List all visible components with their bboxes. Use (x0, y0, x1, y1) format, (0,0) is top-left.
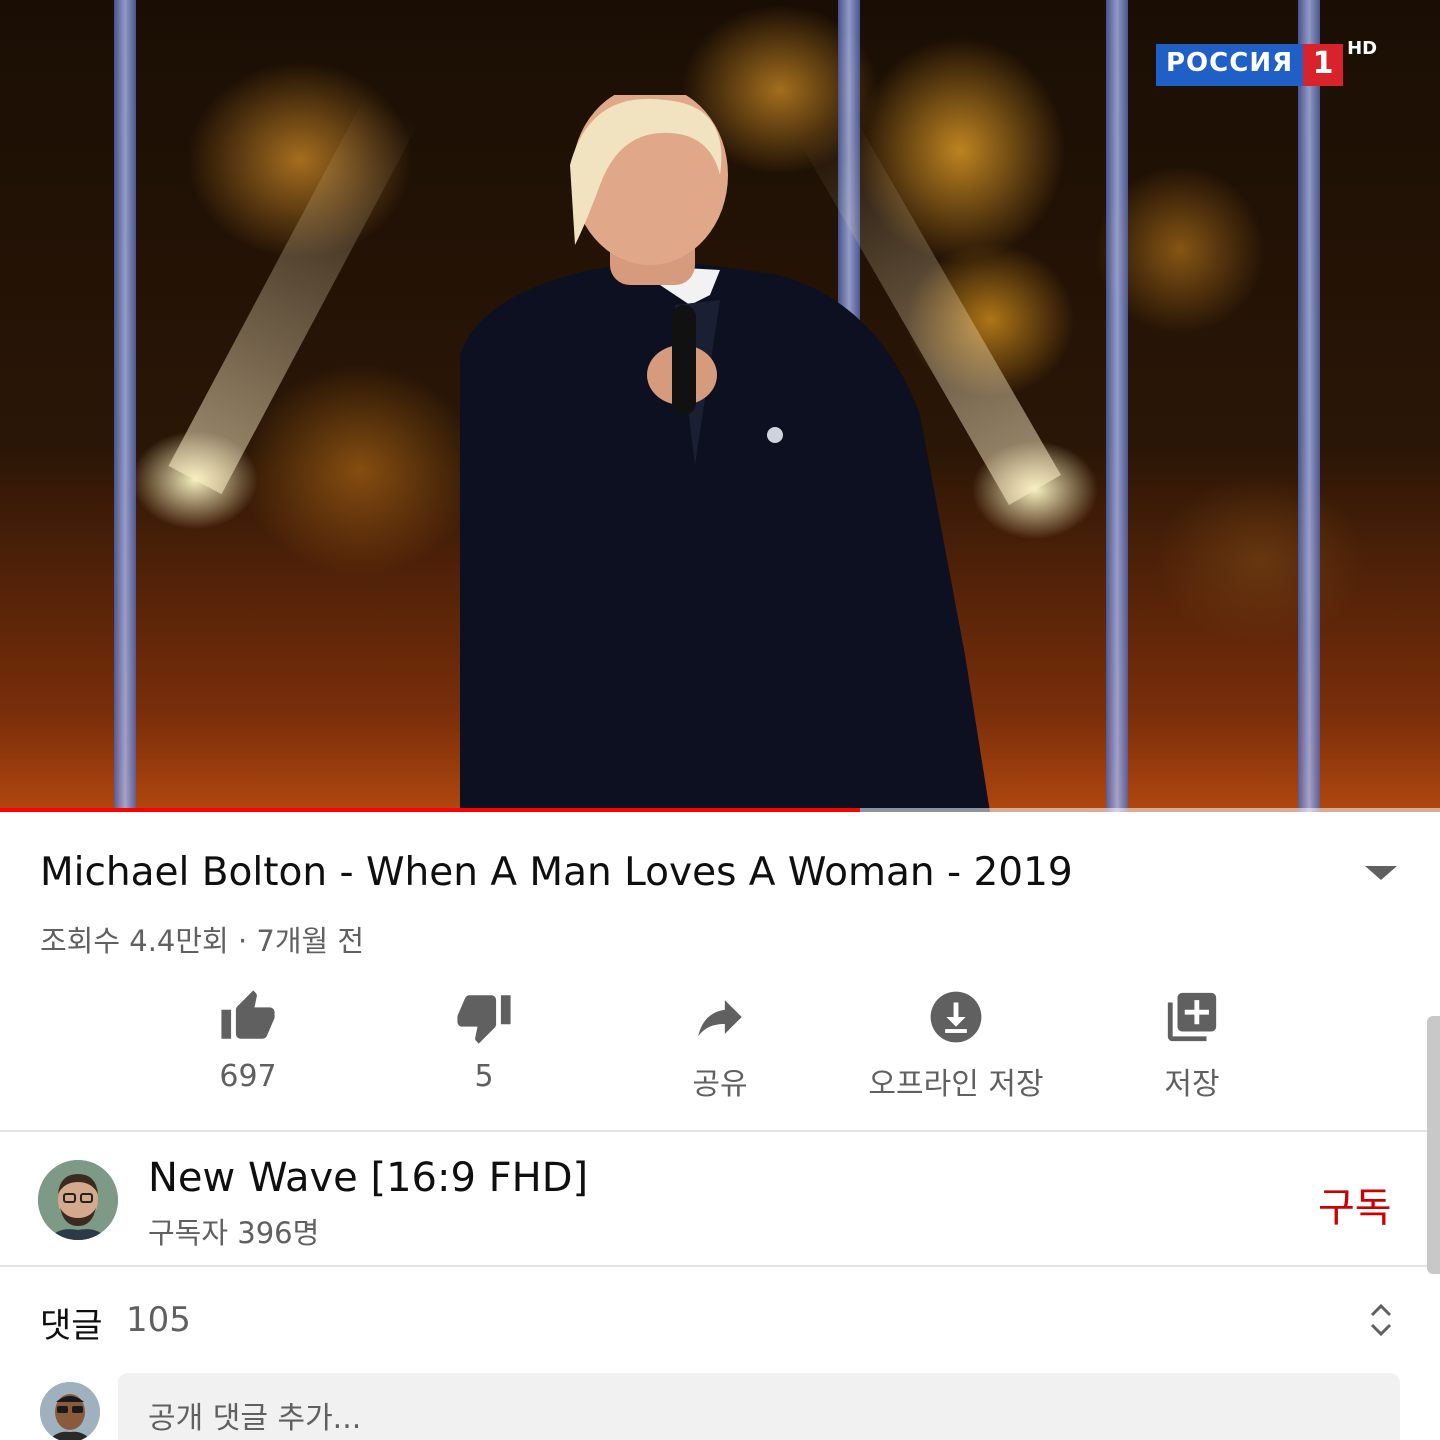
share-icon (698, 1000, 742, 1037)
dislike-button[interactable]: 5 (366, 985, 602, 1105)
like-count: 697 (219, 1059, 277, 1094)
video-player[interactable]: РОССИЯ 1 HD (0, 0, 1440, 812)
watermark-text: РОССИЯ (1156, 44, 1304, 86)
channel-name[interactable]: New Wave [16:9 FHD] (148, 1155, 588, 1201)
stage-pillar (1106, 0, 1128, 812)
thumbs-down-icon (457, 995, 511, 1044)
performer-figure (460, 95, 990, 812)
progress-bar-fill (0, 808, 860, 812)
subscribe-button[interactable]: 구독 (1318, 1175, 1392, 1233)
comment-input[interactable]: 공개 댓글 추가... (118, 1373, 1400, 1440)
like-button[interactable]: 697 (130, 985, 366, 1105)
download-icon (930, 991, 982, 1043)
expand-collapse-icon[interactable] (1366, 1300, 1396, 1340)
comments-count: 105 (126, 1300, 191, 1340)
video-title: Michael Bolton - When A Man Loves A Woma… (40, 850, 1073, 895)
thumbs-up-icon (221, 990, 275, 1039)
offline-save-button[interactable]: 오프라인 저장 (838, 985, 1074, 1105)
divider (0, 1265, 1428, 1267)
stage-pillar (1298, 0, 1320, 812)
save-button[interactable]: 저장 (1074, 985, 1310, 1105)
offline-save-label: 오프라인 저장 (868, 1067, 1044, 1102)
expand-description-icon[interactable] (1360, 858, 1402, 888)
progress-bar[interactable] (0, 808, 1440, 812)
comments-label: 댓글 (40, 1306, 103, 1346)
channel-avatar[interactable] (38, 1160, 118, 1240)
light-beam (168, 95, 419, 495)
user-avatar (40, 1382, 100, 1440)
dislike-count: 5 (474, 1059, 494, 1094)
avatar-image (38, 1160, 118, 1240)
divider (0, 1130, 1428, 1132)
scrollbar[interactable] (1427, 1016, 1440, 1274)
watermark-hd-badge: HD (1347, 38, 1378, 59)
share-button[interactable]: 공유 (602, 985, 838, 1105)
video-meta: 조회수 4.4만회 · 7개월 전 (40, 924, 365, 958)
channel-watermark: РОССИЯ 1 HD (1156, 38, 1377, 86)
playlist-add-icon (1167, 992, 1217, 1042)
stage-pillar (114, 0, 136, 812)
action-bar: 697 5 공유 오프라인 저장 저장 (130, 985, 1310, 1105)
save-label: 저장 (1164, 1067, 1220, 1102)
share-label: 공유 (692, 1067, 748, 1102)
watermark-number: 1 (1303, 44, 1344, 86)
subscriber-count: 구독자 396명 (148, 1216, 320, 1250)
user-avatar-image (40, 1382, 100, 1440)
